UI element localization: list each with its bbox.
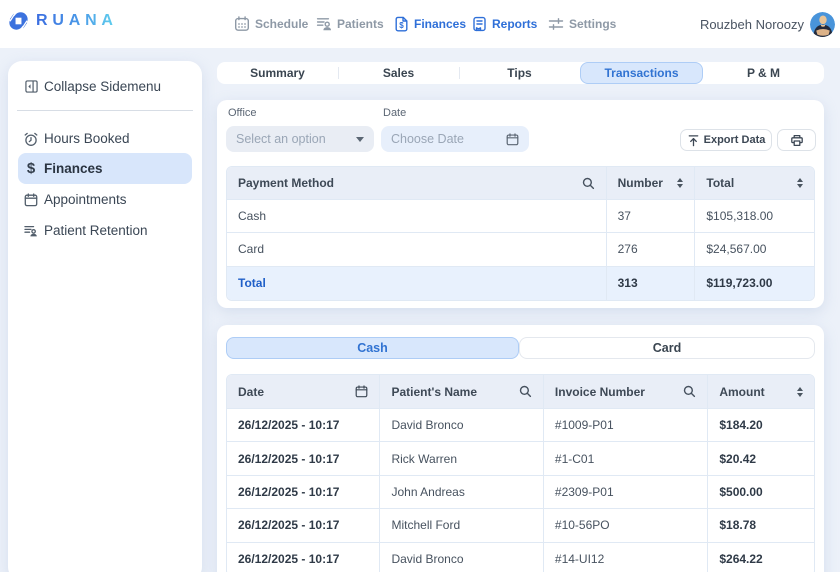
svg-text:$: $ — [399, 21, 404, 30]
